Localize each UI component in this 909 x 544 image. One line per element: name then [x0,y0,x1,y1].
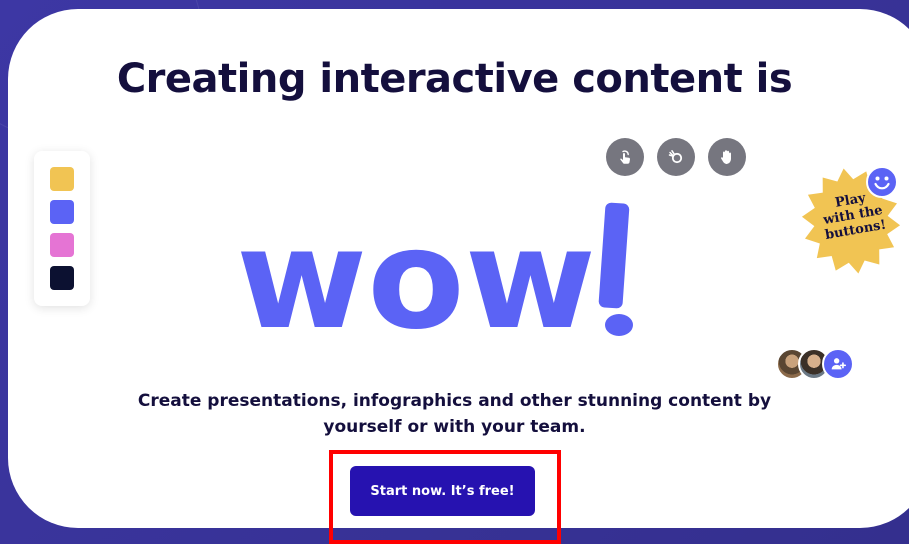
animate-tool-button[interactable] [657,138,695,176]
tap-icon [620,150,631,164]
hero-subtitle-line-1: Create presentations, infographics and o… [137,391,772,411]
swatch-pink[interactable] [50,233,74,257]
wow-exclamation-dot [605,314,633,336]
color-palette [34,151,90,306]
wow-text: wow [236,199,633,345]
collaborator-avatars [776,348,866,380]
smiley-icon [866,166,898,198]
hand-icon [721,150,731,164]
hero-headline: Creating interactive content is [116,56,793,102]
hero-subtitle-line-2: yourself or with your team. [323,417,586,437]
wow-exclamation-bar [598,202,630,309]
page: Creating interactive content is wow Play… [0,0,909,544]
tap-tool-button[interactable] [606,138,644,176]
add-user-icon [831,358,847,370]
start-now-button[interactable]: Start now. It’s free! [350,466,535,516]
animate-icon [668,150,683,164]
hand-tool-button[interactable] [708,138,746,176]
add-collaborator-button[interactable] [822,348,854,380]
wow-letters: wow [236,199,596,345]
hero-subtitle: Create presentations, infographics and o… [100,388,809,440]
swatch-navy[interactable] [50,266,74,290]
swatch-yellow[interactable] [50,167,74,191]
swatch-blue[interactable] [50,200,74,224]
